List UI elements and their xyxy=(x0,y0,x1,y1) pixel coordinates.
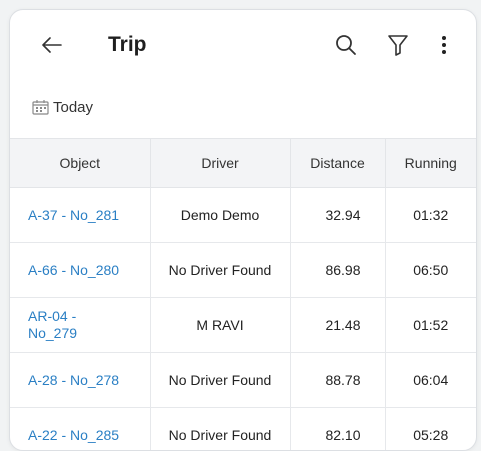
object-link[interactable]: AR-04 - No_279 xyxy=(10,298,150,353)
column-header-object[interactable]: Object xyxy=(10,139,150,188)
distance-cell: 88.78 xyxy=(290,353,385,408)
table-header-row: Object Driver Distance Running xyxy=(10,139,476,188)
driver-cell: Demo Demo xyxy=(150,188,290,243)
object-link[interactable]: A-28 - No_278 xyxy=(10,353,150,408)
distance-cell: 82.10 xyxy=(290,408,385,451)
app-bar: Trip xyxy=(10,10,476,82)
running-cell: 01:52 xyxy=(385,298,476,353)
column-header-driver[interactable]: Driver xyxy=(150,139,290,188)
object-link[interactable]: A-22 - No_285 xyxy=(10,408,150,451)
search-icon xyxy=(334,33,358,57)
more-vert-icon xyxy=(440,34,448,56)
table-row[interactable]: A-66 - No_280 No Driver Found 86.98 06:5… xyxy=(10,243,476,298)
calendar-icon xyxy=(32,99,49,115)
date-filter[interactable]: Today xyxy=(32,95,93,119)
back-button[interactable] xyxy=(40,31,64,59)
running-cell: 06:04 xyxy=(385,353,476,408)
table-row[interactable]: A-37 - No_281 Demo Demo 32.94 01:32 xyxy=(10,188,476,243)
object-link[interactable]: A-66 - No_280 xyxy=(10,243,150,298)
distance-cell: 32.94 xyxy=(290,188,385,243)
running-cell: 01:32 xyxy=(385,188,476,243)
more-options-button[interactable] xyxy=(429,30,459,60)
trip-card: Trip xyxy=(9,9,477,451)
date-label: Today xyxy=(53,99,93,116)
driver-cell: No Driver Found xyxy=(150,408,290,451)
filter-icon xyxy=(387,33,409,57)
driver-cell: No Driver Found xyxy=(150,243,290,298)
distance-cell: 86.98 xyxy=(290,243,385,298)
table-row[interactable]: A-22 - No_285 No Driver Found 82.10 05:2… xyxy=(10,408,476,451)
driver-cell: M RAVI xyxy=(150,298,290,353)
table-row[interactable]: A-28 - No_278 No Driver Found 88.78 06:0… xyxy=(10,353,476,408)
trip-table: Object Driver Distance Running A-37 - No… xyxy=(10,138,476,451)
table-row[interactable]: AR-04 - No_279 M RAVI 21.48 01:52 xyxy=(10,298,476,353)
driver-cell: No Driver Found xyxy=(150,353,290,408)
search-button[interactable] xyxy=(331,30,361,60)
object-link[interactable]: A-37 - No_281 xyxy=(10,188,150,243)
page-title: Trip xyxy=(108,33,147,57)
running-cell: 05:28 xyxy=(385,408,476,451)
filter-button[interactable] xyxy=(383,30,413,60)
distance-cell: 21.48 xyxy=(290,298,385,353)
running-cell: 06:50 xyxy=(385,243,476,298)
column-header-distance[interactable]: Distance xyxy=(290,139,385,188)
arrow-left-icon xyxy=(42,37,62,53)
column-header-running[interactable]: Running xyxy=(385,139,476,188)
